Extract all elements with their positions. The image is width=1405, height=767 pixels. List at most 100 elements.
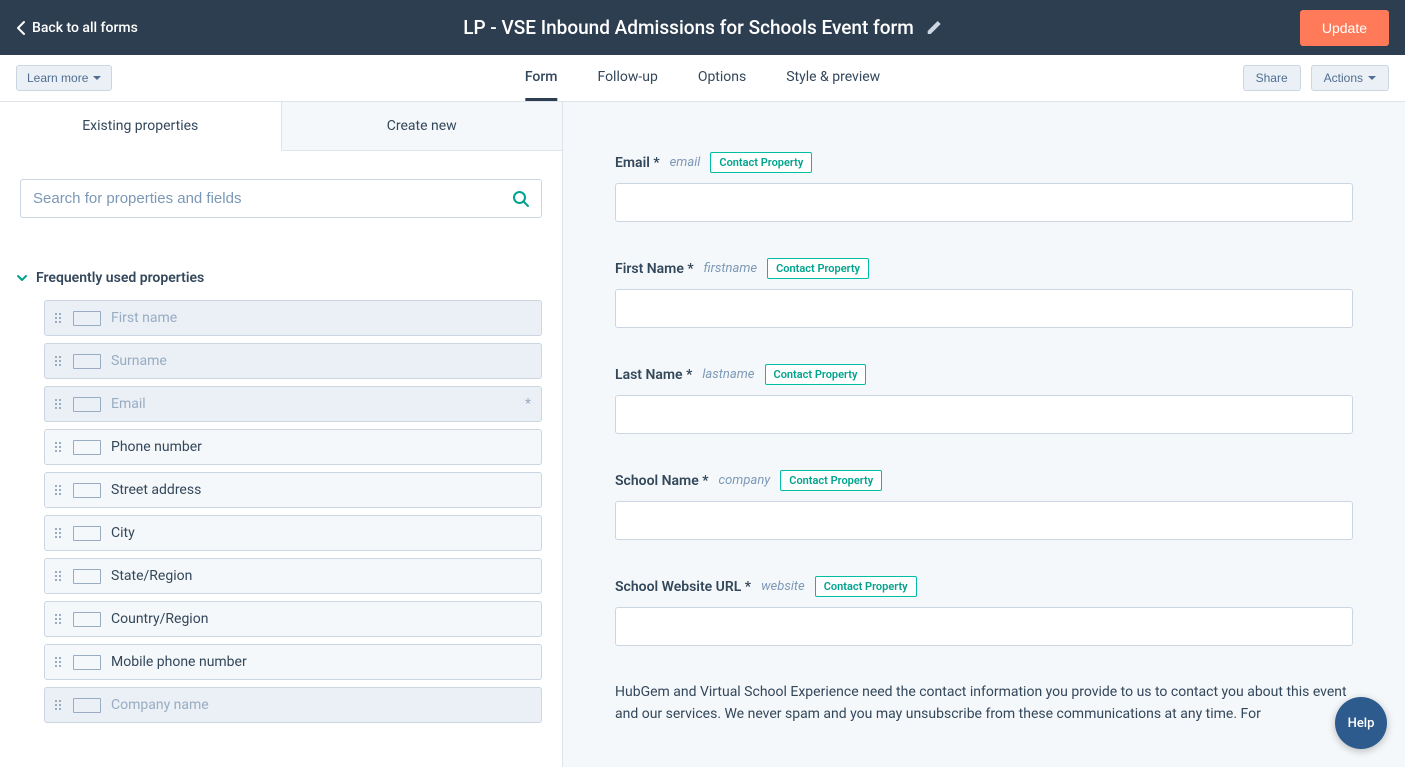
- tab-options[interactable]: Options: [698, 55, 746, 101]
- field-input[interactable]: [615, 607, 1353, 646]
- property-list: First name Surname Email * Phone number: [0, 300, 562, 723]
- property-item[interactable]: Surname: [44, 343, 542, 379]
- field-internal-name: email: [670, 155, 701, 170]
- field-label-row: First Name * firstname Contact Property: [615, 258, 1353, 279]
- drag-handle-icon: [55, 399, 65, 409]
- field-label-row: Email * email Contact Property: [615, 152, 1353, 173]
- text-field-icon: [73, 311, 101, 326]
- main-area: Existing properties Create new Frequentl…: [0, 102, 1405, 767]
- tab-existing-properties[interactable]: Existing properties: [0, 102, 282, 151]
- text-field-icon: [73, 526, 101, 541]
- field-input[interactable]: [615, 183, 1353, 222]
- drag-handle-icon: [55, 571, 65, 581]
- field-label-row: Last Name * lastname Contact Property: [615, 364, 1353, 385]
- field-label: School Website URL *: [615, 579, 751, 595]
- right-actions: Share Actions: [1243, 65, 1389, 91]
- chevron-down-icon: [16, 272, 28, 284]
- contact-property-badge: Contact Property: [710, 152, 812, 173]
- text-field-icon: [73, 655, 101, 670]
- contact-property-badge: Contact Property: [765, 364, 867, 385]
- title-wrap: LP - VSE Inbound Admissions for Schools …: [463, 16, 942, 39]
- field-label-row: School Name * company Contact Property: [615, 470, 1353, 491]
- chevron-left-icon: [16, 20, 26, 36]
- field-label: School Name *: [615, 473, 709, 489]
- field-label: Last Name *: [615, 367, 692, 383]
- property-item[interactable]: City: [44, 515, 542, 551]
- form-field-company[interactable]: School Name * company Contact Property: [615, 470, 1353, 540]
- edit-icon[interactable]: [926, 20, 942, 36]
- field-label: Email *: [615, 155, 660, 171]
- field-label-row: School Website URL * website Contact Pro…: [615, 576, 1353, 597]
- drag-handle-icon: [55, 313, 65, 323]
- property-label: Phone number: [111, 439, 202, 455]
- drag-handle-icon: [55, 614, 65, 624]
- property-item[interactable]: Phone number: [44, 429, 542, 465]
- update-button[interactable]: Update: [1300, 10, 1389, 46]
- property-label: Street address: [111, 482, 201, 498]
- search-icon[interactable]: [512, 190, 530, 208]
- drag-handle-icon: [55, 700, 65, 710]
- main-tabs: Form Follow-up Options Style & preview: [525, 55, 880, 101]
- form-field-email[interactable]: Email * email Contact Property: [615, 152, 1353, 222]
- text-field-icon: [73, 569, 101, 584]
- actions-button[interactable]: Actions: [1311, 65, 1389, 91]
- contact-property-badge: Contact Property: [780, 470, 882, 491]
- field-internal-name: company: [719, 473, 771, 488]
- field-input[interactable]: [615, 501, 1353, 540]
- property-item[interactable]: Mobile phone number: [44, 644, 542, 680]
- drag-handle-icon: [55, 657, 65, 667]
- tab-form[interactable]: Form: [525, 55, 558, 101]
- text-field-icon: [73, 440, 101, 455]
- top-bar: Back to all forms LP - VSE Inbound Admis…: [0, 0, 1405, 55]
- tab-style-preview[interactable]: Style & preview: [786, 55, 880, 101]
- drag-handle-icon: [55, 485, 65, 495]
- search-input[interactable]: [20, 179, 542, 218]
- text-field-icon: [73, 354, 101, 369]
- property-label: State/Region: [111, 568, 192, 584]
- property-item[interactable]: Email *: [44, 386, 542, 422]
- property-item[interactable]: First name: [44, 300, 542, 336]
- back-label: Back to all forms: [32, 20, 138, 36]
- property-item[interactable]: Country/Region: [44, 601, 542, 637]
- drag-handle-icon: [55, 528, 65, 538]
- consent-text: HubGem and Virtual School Experience nee…: [615, 682, 1353, 725]
- text-field-icon: [73, 397, 101, 412]
- form-field-website[interactable]: School Website URL * website Contact Pro…: [615, 576, 1353, 646]
- contact-property-badge: Contact Property: [815, 576, 917, 597]
- back-to-forms-link[interactable]: Back to all forms: [16, 20, 138, 36]
- field-input[interactable]: [615, 395, 1353, 434]
- text-field-icon: [73, 698, 101, 713]
- page-title: LP - VSE Inbound Admissions for Schools …: [463, 16, 914, 39]
- property-label: Company name: [111, 697, 209, 713]
- field-input[interactable]: [615, 289, 1353, 328]
- text-field-icon: [73, 612, 101, 627]
- field-internal-name: website: [761, 579, 805, 594]
- property-item[interactable]: Company name: [44, 687, 542, 723]
- chevron-down-icon: [93, 76, 101, 80]
- drag-handle-icon: [55, 356, 65, 366]
- help-label: Help: [1348, 716, 1375, 731]
- form-field-firstname[interactable]: First Name * firstname Contact Property: [615, 258, 1353, 328]
- search-wrap: [0, 151, 562, 236]
- property-item[interactable]: State/Region: [44, 558, 542, 594]
- text-field-icon: [73, 483, 101, 498]
- learn-more-button[interactable]: Learn more: [16, 65, 112, 91]
- required-asterisk: *: [525, 396, 531, 412]
- form-field-lastname[interactable]: Last Name * lastname Contact Property: [615, 364, 1353, 434]
- help-button[interactable]: Help: [1335, 697, 1387, 749]
- chevron-down-icon: [1368, 76, 1376, 80]
- tab-follow-up[interactable]: Follow-up: [597, 55, 657, 101]
- property-label: City: [111, 525, 135, 541]
- field-internal-name: firstname: [704, 261, 757, 276]
- property-label: Mobile phone number: [111, 654, 247, 670]
- sub-bar: Learn more Form Follow-up Options Style …: [0, 55, 1405, 102]
- property-item[interactable]: Street address: [44, 472, 542, 508]
- tab-create-new[interactable]: Create new: [282, 102, 563, 150]
- section-header-frequently-used[interactable]: Frequently used properties: [0, 260, 562, 300]
- property-label: First name: [111, 310, 177, 326]
- property-label: Email: [111, 396, 146, 412]
- share-button[interactable]: Share: [1243, 65, 1301, 91]
- field-label: First Name *: [615, 261, 694, 277]
- property-label: Surname: [111, 353, 167, 369]
- property-label: Country/Region: [111, 611, 208, 627]
